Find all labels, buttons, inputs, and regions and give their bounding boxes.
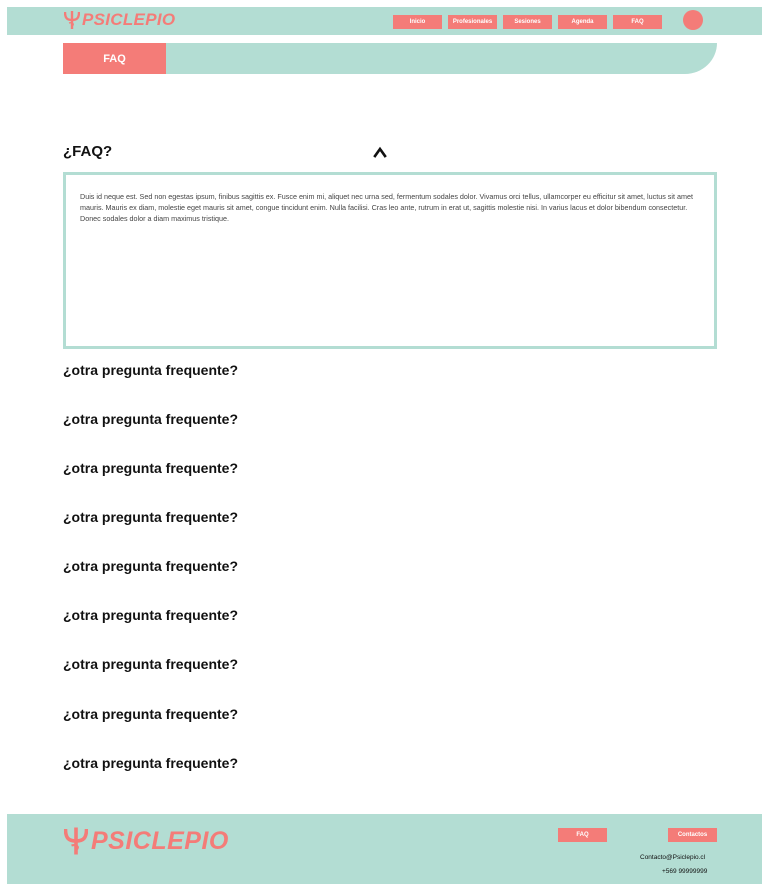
caret-up-icon[interactable] <box>372 145 388 159</box>
faq-question-title[interactable]: ¿FAQ? <box>63 143 112 160</box>
contact-email[interactable]: Contacto@Psiclepio.cl <box>640 854 705 861</box>
footer-faq-button[interactable]: FAQ <box>558 828 607 842</box>
footer-contact-button[interactable]: Contactos <box>668 828 717 842</box>
psi-logo-icon <box>64 827 88 855</box>
faq-question[interactable]: ¿otra pregunta frequente? <box>63 411 238 427</box>
faq-question[interactable]: ¿otra pregunta frequente? <box>63 755 238 771</box>
faq-answer-panel: Duis id neque est. Sed non egestas ipsum… <box>63 172 717 349</box>
faq-question[interactable]: ¿otra pregunta frequente? <box>63 460 238 476</box>
psi-logo-icon <box>64 11 80 29</box>
site-footer: PSICLEPIO <box>7 814 762 884</box>
brand-logo[interactable]: PSICLEPIO <box>64 10 175 30</box>
brand-name: PSICLEPIO <box>82 10 176 29</box>
faq-question[interactable]: ¿otra pregunta frequente? <box>63 706 238 722</box>
faq-question[interactable]: ¿otra pregunta frequente? <box>63 656 238 672</box>
faq-question[interactable]: ¿otra pregunta frequente? <box>63 558 238 574</box>
nav-inicio[interactable]: Inicio <box>393 15 442 29</box>
nav-faq[interactable]: FAQ <box>613 15 662 29</box>
faq-question[interactable]: ¿otra pregunta frequente? <box>63 607 238 623</box>
footer-brand-logo[interactable]: PSICLEPIO <box>64 826 229 856</box>
footer-brand-name: PSICLEPIO <box>91 826 229 855</box>
nav-profesionales[interactable]: Profesionales <box>448 15 497 29</box>
nav-agenda[interactable]: Agenda <box>558 15 607 29</box>
faq-question[interactable]: ¿otra pregunta frequente? <box>63 509 238 525</box>
nav-sesiones[interactable]: Sesiones <box>503 15 552 29</box>
faq-question[interactable]: ¿otra pregunta frequente? <box>63 362 238 378</box>
page-title-tab: FAQ <box>63 43 166 74</box>
contact-phone: +569 99999999 <box>662 868 708 875</box>
faq-answer-text: Duis id neque est. Sed non egestas ipsum… <box>80 192 693 223</box>
user-avatar[interactable] <box>683 10 703 30</box>
